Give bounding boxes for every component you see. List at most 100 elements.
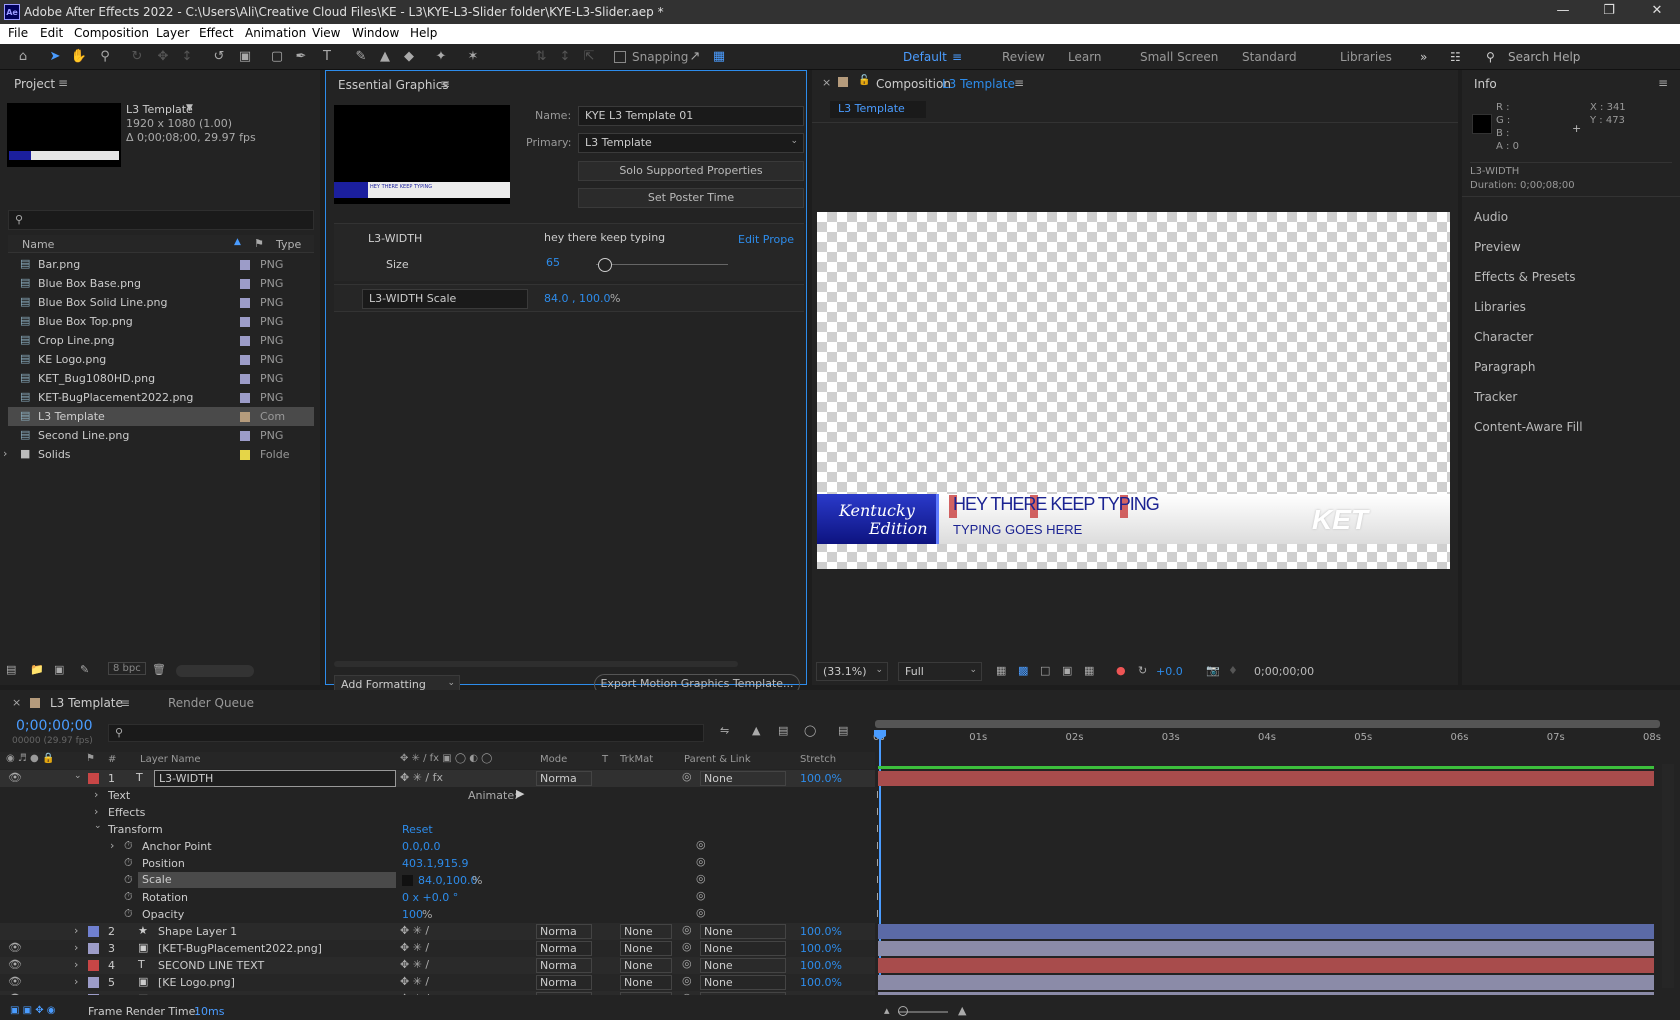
pick-whip-icon[interactable]: ◎ bbox=[682, 991, 692, 995]
align-icon[interactable]: ⇅ bbox=[532, 48, 550, 66]
text-property-row[interactable]: › Text Animate: ▶ bbox=[0, 787, 875, 804]
label-column-icon[interactable]: ⚑ bbox=[86, 753, 95, 764]
eye-icon[interactable]: 👁 bbox=[8, 771, 22, 784]
more-workspaces-icon[interactable]: » bbox=[1420, 50, 1427, 64]
blend-mode-select[interactable]: Norma bbox=[536, 992, 592, 995]
parent-select[interactable]: None bbox=[700, 958, 786, 973]
bit-depth-button[interactable]: 8 bpc bbox=[108, 662, 146, 675]
scale-value[interactable]: 84.0,100.0 bbox=[418, 874, 477, 887]
solo-supported-properties-button[interactable]: Solo Supported Properties bbox=[578, 161, 804, 181]
scale-value[interactable]: 84.0 , 100.0 bbox=[544, 292, 610, 305]
new-composition-icon[interactable]: ▣ bbox=[54, 663, 64, 676]
preview-panel-tab[interactable]: Preview bbox=[1474, 240, 1521, 254]
chevron-right-icon[interactable]: › bbox=[74, 975, 78, 988]
pick-whip-icon[interactable]: ◎ bbox=[696, 889, 706, 902]
selection-tool-icon[interactable]: ➤ bbox=[46, 48, 64, 66]
workspace-small-screen[interactable]: Small Screen bbox=[1140, 50, 1218, 64]
parent-select[interactable]: None bbox=[700, 941, 786, 956]
chevron-down-icon[interactable]: ▼ bbox=[186, 103, 193, 113]
chevron-right-icon[interactable]: › bbox=[74, 924, 78, 937]
stopwatch-icon[interactable]: ⏱ bbox=[124, 873, 133, 887]
layer-duration-bar[interactable] bbox=[878, 941, 1654, 956]
position-row[interactable]: ⏱ Position 403.1,915.9 ◎ bbox=[0, 855, 875, 872]
blend-mode-select[interactable]: Norma bbox=[536, 958, 592, 973]
timeline-vertical-scrollbar[interactable] bbox=[1662, 764, 1674, 988]
zoom-in-icon[interactable]: ▲ bbox=[958, 1004, 966, 1017]
workspace-standard[interactable]: Standard bbox=[1242, 50, 1297, 64]
tracker-panel-tab[interactable]: Tracker bbox=[1474, 390, 1517, 404]
keyframe-navigator-icon[interactable]: I bbox=[876, 909, 879, 920]
chevron-right-icon[interactable]: › bbox=[110, 839, 114, 852]
timeline-tab[interactable]: L3 Template bbox=[50, 696, 123, 710]
content-aware-fill-panel-tab[interactable]: Content-Aware Fill bbox=[1474, 420, 1583, 434]
keyframe-navigator-icon[interactable]: I bbox=[876, 790, 879, 801]
stretch-value[interactable]: 100.0% bbox=[800, 959, 842, 972]
workspace-review[interactable]: Review bbox=[1002, 50, 1045, 64]
type-tool-icon[interactable]: T bbox=[318, 48, 336, 66]
resolution-select[interactable]: Full ⌄ bbox=[898, 662, 982, 681]
timeline-search-input[interactable]: ⚲ bbox=[108, 724, 704, 742]
project-item[interactable]: ▤ Bar.png PNG bbox=[8, 255, 314, 274]
source-text-value[interactable]: hey there keep typing bbox=[544, 231, 665, 244]
menu-composition[interactable]: Composition bbox=[74, 26, 149, 40]
layer-label-color[interactable] bbox=[88, 926, 99, 937]
project-item[interactable]: ▤ KET_Bug1080HD.png PNG bbox=[8, 369, 314, 388]
track-matte-select[interactable]: None bbox=[620, 992, 672, 995]
trkmat-column-header[interactable]: TrkMat bbox=[620, 754, 653, 765]
av-features-icon[interactable]: ◉ ♬ ● 🔒 bbox=[6, 753, 54, 764]
layer-row[interactable]: 👁 › 6 ▣ [Blue Box Top.png] ✥ ✳ / Norma None ◎ Non… bbox=[0, 991, 875, 995]
name-column-header[interactable]: Name bbox=[22, 238, 54, 251]
fast-previews-icon[interactable]: ▦ bbox=[996, 664, 1006, 677]
grid-guides-icon[interactable]: ▦ bbox=[1084, 664, 1094, 677]
search-help-input[interactable]: Search Help bbox=[1508, 50, 1580, 64]
lock-icon[interactable]: 🔓 bbox=[858, 75, 870, 86]
chevron-right-icon[interactable]: › bbox=[3, 447, 7, 460]
effects-property-row[interactable]: › Effects bbox=[0, 804, 875, 821]
layer-name[interactable]: Shape Layer 1 bbox=[158, 925, 237, 938]
layer-label-color[interactable] bbox=[88, 773, 99, 784]
pick-whip-icon[interactable]: ◎ bbox=[682, 770, 692, 783]
label-color-swatch[interactable] bbox=[240, 412, 250, 422]
layer-name[interactable]: [Blue Box Top.png] bbox=[158, 993, 261, 995]
close-panel-icon[interactable]: × bbox=[822, 76, 831, 89]
project-search-input[interactable]: ⚲ bbox=[8, 210, 314, 230]
chevron-right-icon[interactable]: › bbox=[94, 805, 98, 818]
pan-behind-tool-icon[interactable]: ▣ bbox=[236, 48, 254, 66]
parent-column-header[interactable]: Parent & Link bbox=[684, 754, 751, 765]
panel-menu-icon[interactable]: ≡ bbox=[120, 696, 130, 710]
label-color-swatch[interactable] bbox=[240, 336, 250, 346]
snapshot-icon[interactable]: 📷 bbox=[1206, 664, 1220, 677]
panel-menu-icon[interactable]: ≡ bbox=[1658, 76, 1668, 90]
pick-whip-icon[interactable]: ◎ bbox=[682, 957, 692, 970]
layer-switches[interactable]: ✥ ✳ / bbox=[400, 975, 429, 988]
anchor-point-value[interactable]: 0.0,0.0 bbox=[402, 840, 440, 853]
orbit-tool-icon[interactable]: ↻ bbox=[128, 48, 146, 66]
stopwatch-icon[interactable]: ⏱ bbox=[124, 839, 133, 853]
comp-tab[interactable]: L3 Template bbox=[830, 101, 926, 118]
size-value[interactable]: 65 bbox=[546, 256, 560, 269]
libraries-panel-tab[interactable]: Libraries bbox=[1474, 300, 1526, 314]
layer-1-duration-bar[interactable] bbox=[878, 771, 1654, 786]
chevron-right-icon[interactable]: › bbox=[74, 992, 78, 995]
time-ruler[interactable]: 0s01s02s03s04s05s06s07s08s bbox=[873, 720, 1661, 750]
label-color-swatch[interactable] bbox=[240, 393, 250, 403]
blend-mode-select[interactable]: Norma bbox=[536, 975, 592, 990]
keyframe-navigator-icon[interactable]: I bbox=[876, 875, 879, 886]
status-icons[interactable]: ▣ ▣ ✥ ◉ bbox=[10, 1005, 56, 1016]
position-value[interactable]: 403.1,915.9 bbox=[402, 857, 468, 870]
t-column-header[interactable]: T bbox=[602, 754, 608, 765]
exposure-value[interactable]: +0.0 bbox=[1156, 665, 1183, 678]
brush-tool-icon[interactable]: ✎ bbox=[352, 48, 370, 66]
primary-comp-select[interactable]: L3 Template ⌄ bbox=[578, 133, 804, 153]
chevron-down-icon[interactable]: ⌄ bbox=[94, 821, 102, 831]
chevron-right-icon[interactable]: › bbox=[94, 788, 98, 801]
clone-stamp-tool-icon[interactable]: ▲ bbox=[376, 48, 394, 66]
layer-switches[interactable]: ✥ ✳ / bbox=[400, 941, 429, 954]
current-time-display[interactable]: 0;00;00;00 bbox=[1254, 665, 1314, 678]
track-matte-select[interactable]: None bbox=[620, 975, 672, 990]
blend-mode-select[interactable]: Norma bbox=[536, 771, 592, 786]
paragraph-panel-tab[interactable]: Paragraph bbox=[1474, 360, 1535, 374]
eye-icon[interactable]: 👁 bbox=[8, 975, 22, 988]
close-icon[interactable]: ✕ bbox=[1634, 0, 1680, 24]
eye-icon[interactable]: 👁 bbox=[8, 992, 22, 995]
